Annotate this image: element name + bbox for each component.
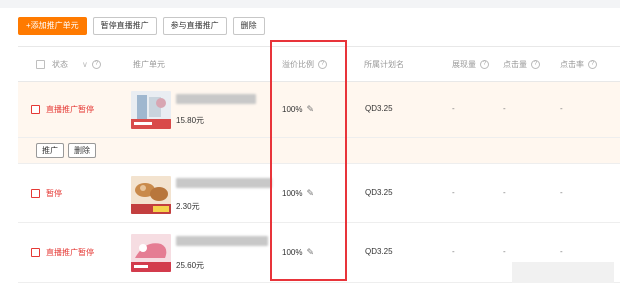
- edit-icon[interactable]: ✎: [306, 247, 314, 258]
- header-ctr-col: 点击率 ?: [560, 47, 597, 81]
- obscured-area: [512, 262, 614, 283]
- ratio-value: 100%: [282, 105, 303, 114]
- price-text: 2.30元: [176, 202, 200, 211]
- blurred-title: [176, 178, 272, 188]
- blurred-title: [176, 94, 256, 104]
- header-impressions: 展现量: [452, 59, 476, 69]
- help-icon[interactable]: ?: [480, 59, 489, 69]
- ctr-value: -: [560, 188, 563, 197]
- ctr-value: -: [560, 247, 563, 256]
- clicks-value: -: [503, 188, 506, 197]
- impressions-value: -: [452, 104, 455, 113]
- promote-button[interactable]: 推广: [36, 143, 64, 158]
- clicks-value: -: [503, 104, 506, 113]
- header-ratio-col: 溢价比例 ?: [282, 47, 327, 81]
- top-strip: [0, 0, 620, 8]
- chevron-down-icon[interactable]: ∨: [82, 60, 88, 69]
- ratio-value: 100%: [282, 189, 303, 198]
- ratio-cell: 100% ✎: [282, 188, 314, 199]
- ratio-cell: 100% ✎: [282, 104, 314, 115]
- clicks-value: -: [503, 247, 506, 256]
- table-row: 直播推广暂停 15.80元 100% ✎ QD3.25 - - -: [18, 82, 620, 138]
- select-all-checkbox[interactable]: [36, 59, 45, 69]
- header-status: 状态: [52, 59, 68, 69]
- plan-name: QD3.25: [365, 247, 393, 256]
- row-status-cell: 直播推广暂停: [31, 223, 94, 282]
- edit-icon[interactable]: ✎: [306, 104, 314, 115]
- plan-name: QD3.25: [365, 188, 393, 197]
- row-checkbox[interactable]: [31, 188, 40, 198]
- row-delete-button[interactable]: 删除: [68, 143, 96, 158]
- table-row: 暂停 2.30元 100% ✎ QD3.25 - - -: [18, 164, 620, 223]
- price-text: 25.60元: [176, 261, 205, 270]
- status-text: 直播推广暂停: [46, 105, 94, 114]
- header-clicks: 点击量: [503, 59, 527, 69]
- join-live-button[interactable]: 参与直播推广: [162, 17, 227, 35]
- help-icon[interactable]: ?: [91, 59, 101, 69]
- product-thumbnail: [131, 176, 171, 214]
- impressions-value: -: [452, 188, 455, 197]
- status-text: 直播推广暂停: [46, 248, 94, 257]
- toolbar: +添加推广单元 暂停直播推广 参与直播推广 删除: [18, 17, 265, 35]
- header-impressions-col: 展现量 ?: [452, 47, 489, 81]
- help-icon[interactable]: ?: [531, 59, 540, 69]
- price-text: 15.80元: [176, 116, 205, 125]
- impressions-value: -: [452, 247, 455, 256]
- plan-name: QD3.25: [365, 104, 393, 113]
- row-action-bar: 推广 删除: [18, 138, 620, 164]
- ratio-value: 100%: [282, 248, 303, 257]
- product-thumbnail: [131, 234, 171, 272]
- row-checkbox[interactable]: [31, 105, 40, 114]
- status-text: 暂停: [46, 188, 62, 198]
- row-checkbox[interactable]: [31, 248, 40, 257]
- product-thumbnail: [131, 91, 171, 129]
- help-icon[interactable]: ?: [588, 59, 597, 69]
- row-status-cell: 直播推广暂停: [31, 82, 94, 137]
- header-ratio: 溢价比例: [282, 59, 314, 69]
- blurred-title: [176, 236, 268, 246]
- header-unit: 推广单元: [133, 59, 165, 69]
- row-status-cell: 暂停: [31, 164, 62, 222]
- header-plan: 所属计划名: [364, 59, 404, 69]
- help-icon[interactable]: ?: [318, 59, 327, 69]
- delete-button[interactable]: 删除: [232, 17, 265, 35]
- ratio-cell: 100% ✎: [282, 247, 314, 258]
- add-unit-button[interactable]: +添加推广单元: [18, 17, 87, 35]
- page: +添加推广单元 暂停直播推广 参与直播推广 删除 状态 ∨ ? 推广单元 溢价比…: [0, 0, 620, 295]
- edit-icon[interactable]: ✎: [306, 188, 314, 199]
- promotion-table: 状态 ∨ ? 推广单元 溢价比例 ? 所属计划名 展现量 ? 点击量 ? 点击率…: [18, 46, 620, 283]
- ctr-value: -: [560, 104, 563, 113]
- header-clicks-col: 点击量 ?: [503, 47, 540, 81]
- header-status-col: 状态 ∨ ?: [36, 47, 101, 81]
- header-ctr: 点击率: [560, 59, 584, 69]
- table-header: 状态 ∨ ? 推广单元 溢价比例 ? 所属计划名 展现量 ? 点击量 ? 点击率…: [18, 46, 620, 82]
- pause-live-button[interactable]: 暂停直播推广: [92, 17, 157, 35]
